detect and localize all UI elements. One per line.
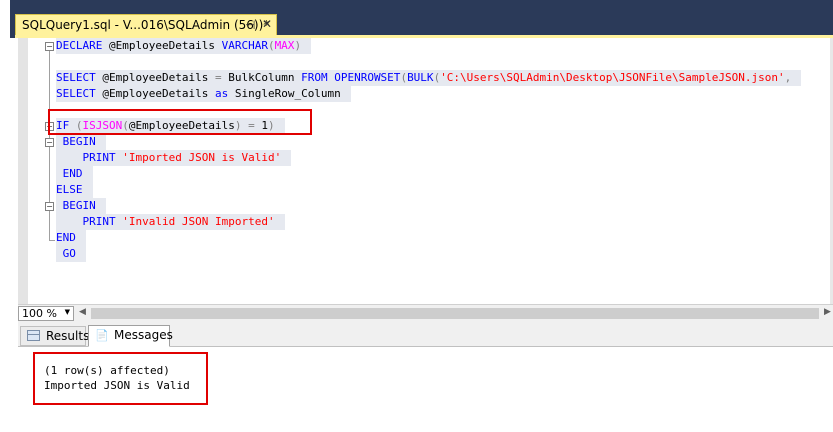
scroll-left-icon[interactable]: ◀ [79,307,86,317]
code-line[interactable]: BEGIN [56,198,106,214]
zoom-dropdown[interactable]: 100 % ▼ [18,306,74,321]
tab-results[interactable]: Results [20,326,90,346]
tab-messages[interactable]: 📄 Messages [88,325,173,347]
code-line[interactable]: DECLARE @EmployeeDetails VARCHAR(MAX) [56,38,312,54]
fold-guide [49,131,50,241]
results-tabs: Results 📄 Messages [18,322,833,347]
highlight-box [33,352,208,405]
horizontal-scrollbar-thumb[interactable] [91,308,819,319]
code-line[interactable]: END [56,166,93,182]
zoom-value: 100 % [22,307,57,320]
grid-icon [27,330,40,341]
collapse-icon[interactable]: − [45,42,54,51]
collapse-icon[interactable]: − [45,202,54,211]
code-line[interactable]: PRINT 'Imported JSON is Valid' [56,150,292,166]
scroll-right-icon[interactable]: ▶ [824,307,831,317]
chevron-down-icon: ▼ [64,308,70,316]
document-tab-title: SQLQuery1.sql - V...016\SQLAdmin (56))* [22,18,270,32]
fold-guide-end [49,240,55,241]
query-editor[interactable]: − − − − DECLARE @EmployeeDetails VARCHAR… [18,38,833,304]
messages-icon: 📄 [95,329,109,342]
code-line[interactable]: ELSE [56,182,93,198]
left-window-edge [0,0,10,432]
editor-status-bar: 100 % ▼ ◀ ▶ [18,304,833,323]
code-line[interactable]: SELECT @EmployeeDetails = BulkColumn FRO… [56,70,802,86]
results-panel: Results 📄 Messages (1 row(s) affected) I… [18,322,833,432]
collapse-icon[interactable]: − [45,138,54,147]
code-line[interactable]: END [56,230,86,246]
pin-icon[interactable]: ⊣ [245,18,255,32]
document-tab[interactable]: SQLQuery1.sql - V...016\SQLAdmin (56))* … [15,14,277,36]
code-line[interactable]: PRINT 'Invalid JSON Imported' [56,214,285,230]
code-line[interactable]: BEGIN [56,134,106,150]
tab-results-label: Results [46,329,90,343]
editor-margin [18,38,28,304]
highlight-box [48,109,312,135]
close-icon[interactable]: ✕ [262,17,272,31]
tab-messages-label: Messages [114,328,173,342]
code-line[interactable]: SELECT @EmployeeDetails as SingleRow_Col… [56,86,351,102]
code-line[interactable]: GO [56,246,86,262]
